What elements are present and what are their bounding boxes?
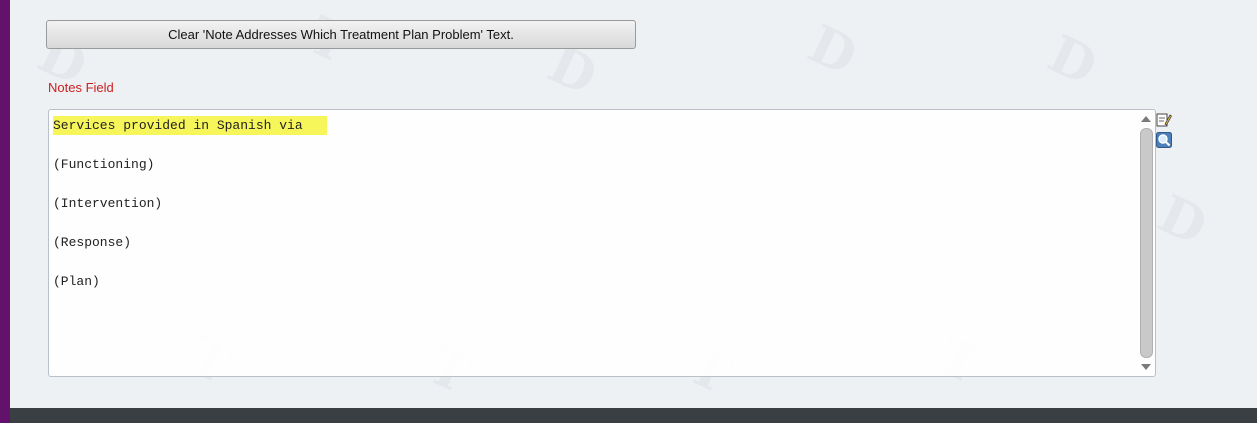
edit-note-icon[interactable] (1156, 112, 1173, 128)
scroll-down-arrow-icon[interactable] (1141, 364, 1151, 370)
notes-content[interactable]: Services provided in Spanish via (Functi… (53, 116, 1133, 311)
notes-panel: D T D D D T T T T D Clear 'Note Addresse… (10, 0, 1257, 408)
bottom-bar (10, 408, 1257, 423)
notes-textarea[interactable]: Services provided in Spanish via (Functi… (48, 109, 1156, 377)
notes-side-icons (1156, 112, 1176, 152)
note-line: (Intervention) (53, 196, 163, 211)
highlighted-text: Services provided in Spanish via (53, 116, 327, 135)
notes-field-label: Notes Field (48, 80, 114, 95)
watermark: D (799, 13, 866, 88)
clear-note-addresses-button[interactable]: Clear 'Note Addresses Which Treatment Pl… (46, 20, 636, 49)
note-line: (Response) (53, 235, 132, 250)
zoom-icon[interactable] (1156, 132, 1172, 148)
vertical-scrollbar[interactable] (1138, 110, 1155, 376)
watermark: D (1039, 23, 1106, 98)
note-line: (Plan) (53, 274, 100, 289)
note-line: Services provided in Spanish via (53, 116, 1133, 136)
scroll-up-arrow-icon[interactable] (1141, 116, 1151, 122)
note-line: (Functioning) (53, 157, 155, 172)
scroll-thumb[interactable] (1140, 128, 1153, 358)
watermark: D (1149, 183, 1216, 258)
